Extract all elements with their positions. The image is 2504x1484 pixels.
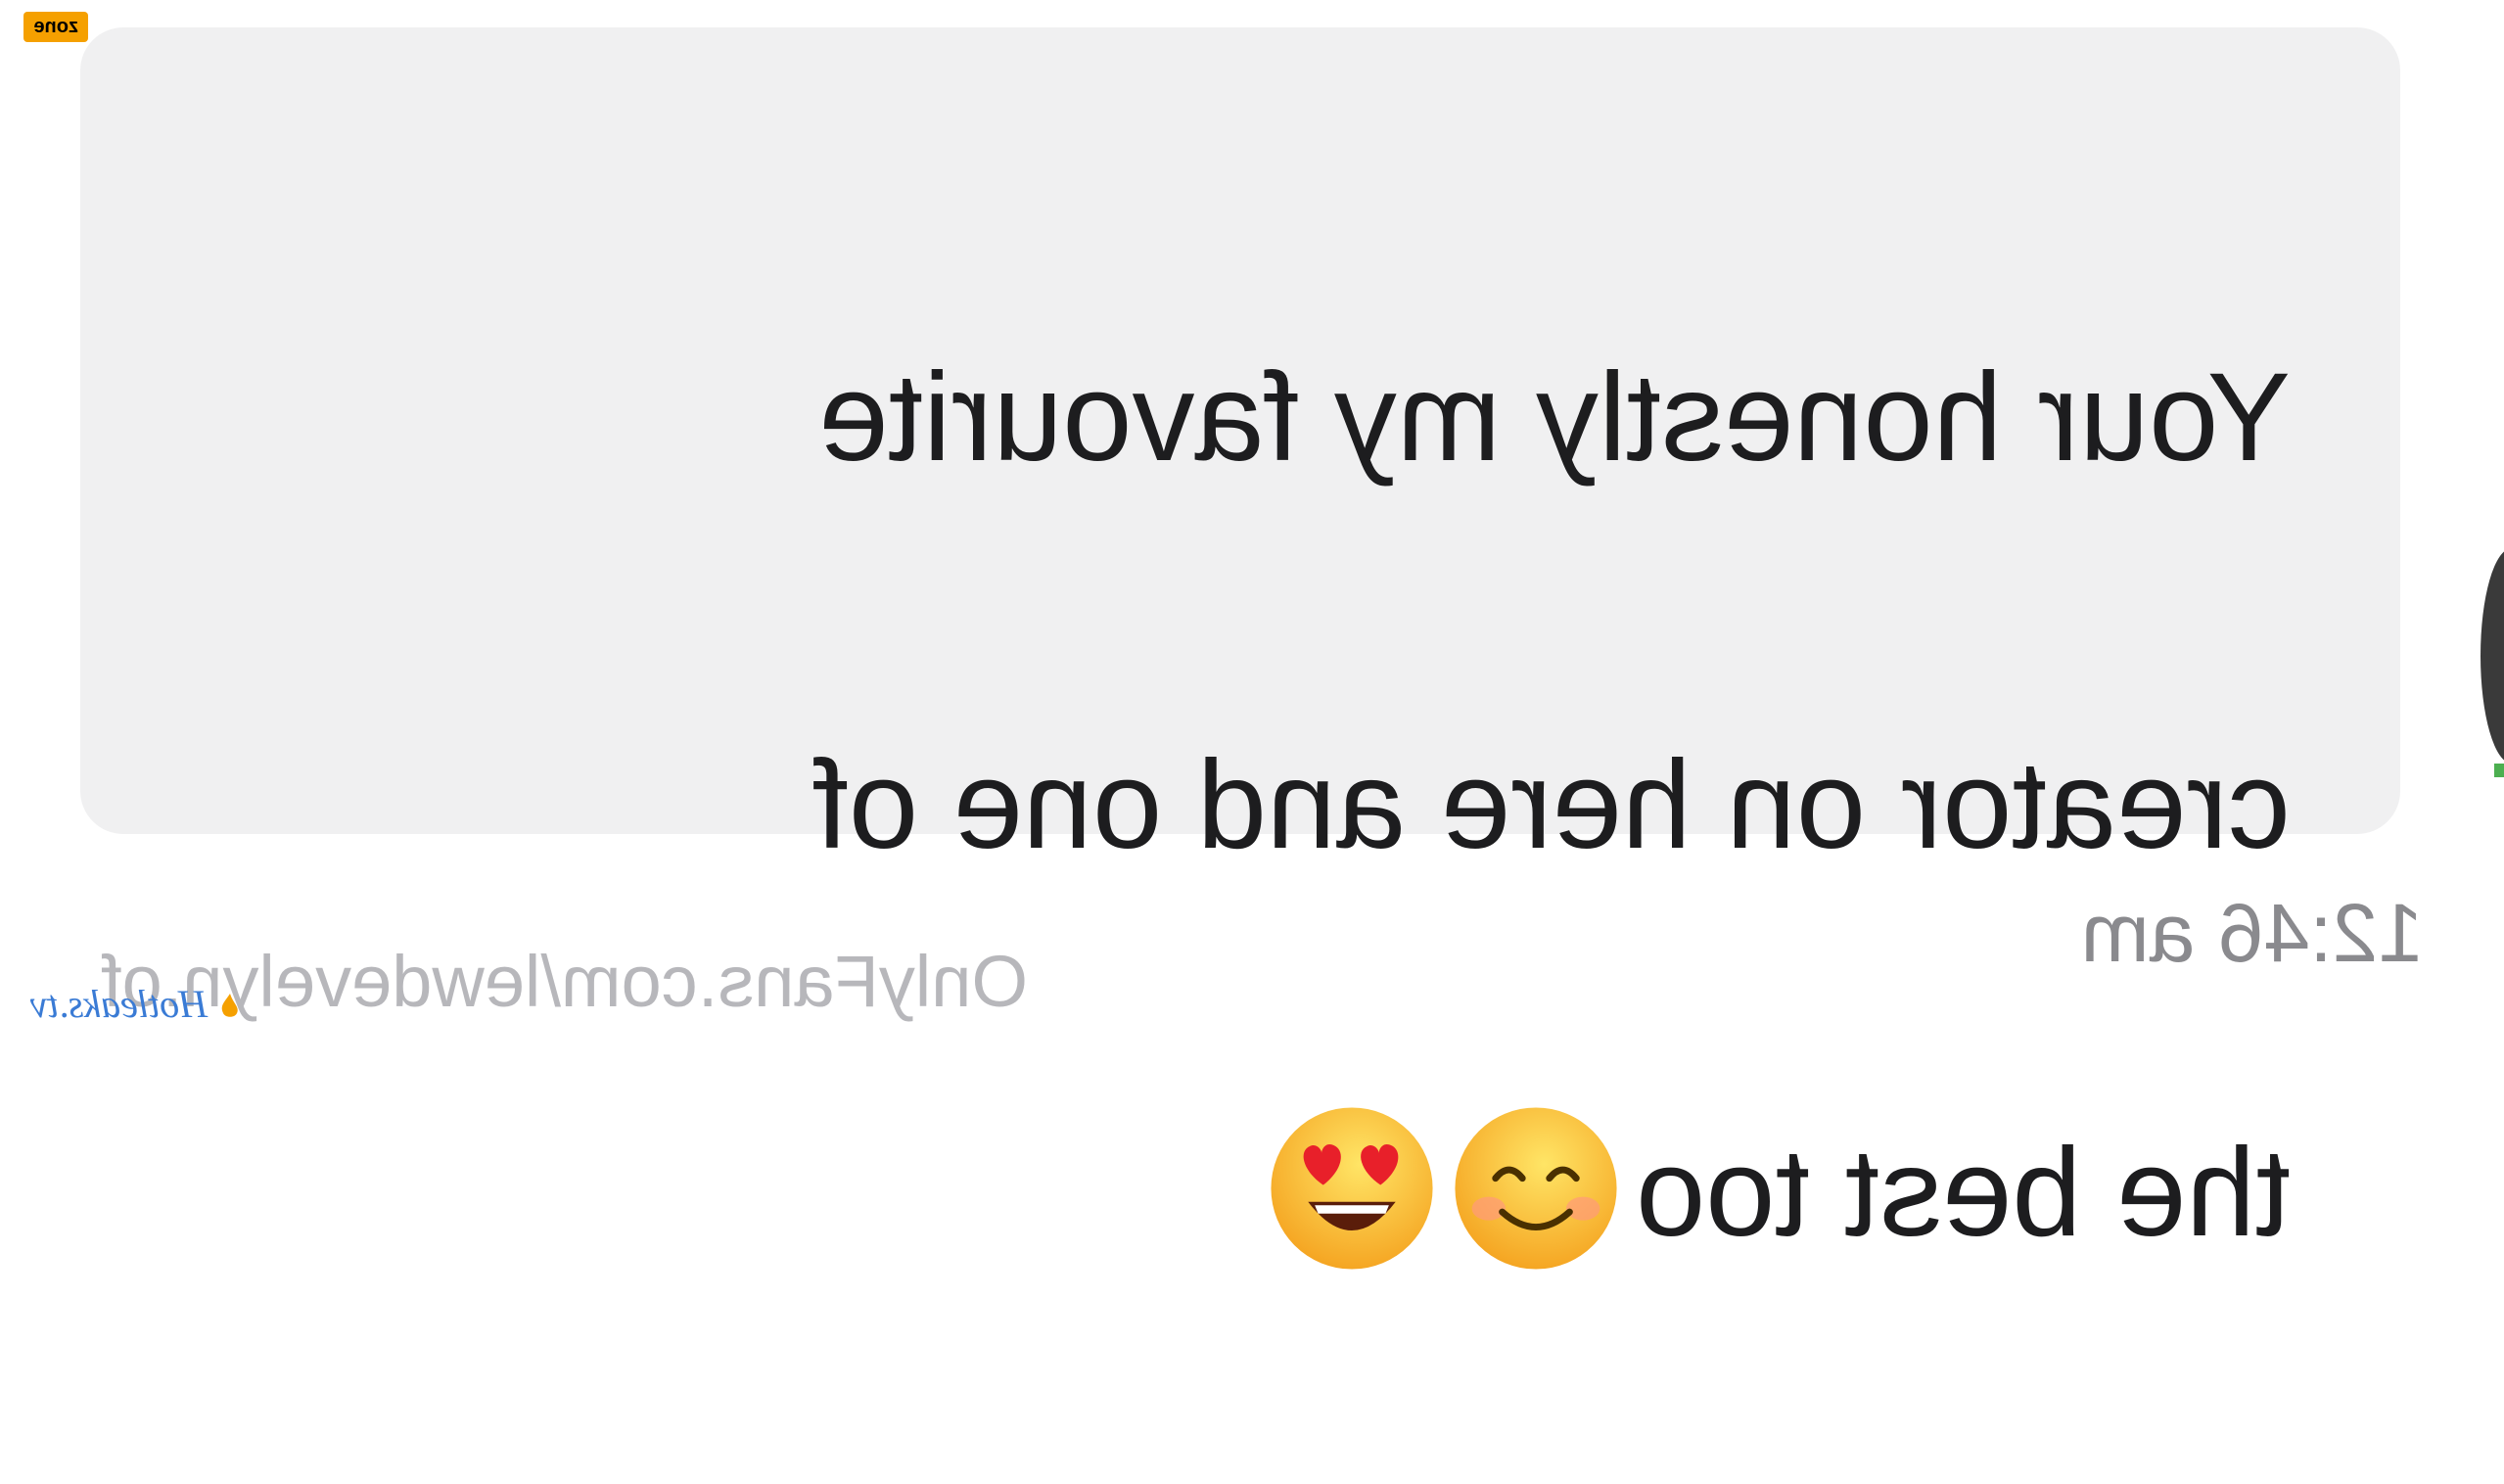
message-timestamp: 12:46 am bbox=[2080, 887, 2424, 979]
avatar bbox=[2481, 548, 2504, 764]
chat-screenshot: Your honestly my favourite creator on he… bbox=[0, 0, 2504, 1270]
zone-badge: zone bbox=[23, 12, 88, 42]
message-line-last: the best too bbox=[372, 1096, 2291, 1290]
message-line: Your honestly my favourite bbox=[818, 348, 2291, 487]
logo-text: Hotleaks.tv bbox=[29, 982, 208, 1026]
hotleaks-logo: Hotleaks.tv bbox=[30, 981, 245, 1027]
smiling-face-emoji bbox=[1455, 1107, 1617, 1270]
message-text: Your honestly my favourite creator on he… bbox=[372, 127, 2291, 1484]
online-status-dot bbox=[2494, 764, 2504, 777]
message-line-text: the best too bbox=[1636, 1123, 2291, 1263]
heart-eyes-emoji bbox=[1271, 1107, 1433, 1270]
flame-icon bbox=[221, 994, 238, 1017]
message-line: creator on here and one of bbox=[813, 735, 2291, 875]
